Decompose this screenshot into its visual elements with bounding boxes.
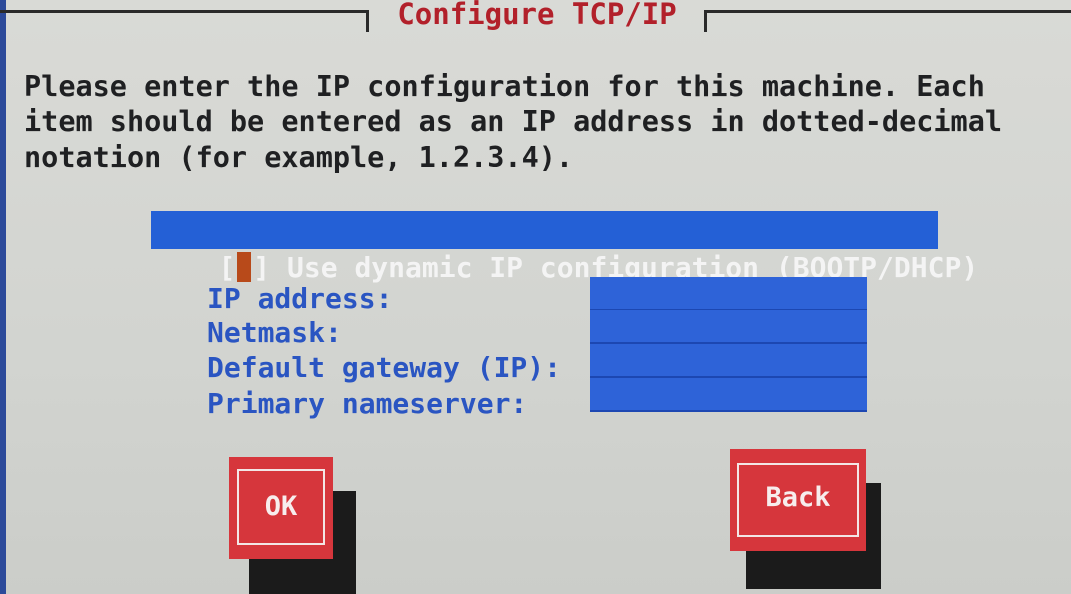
- dialog-frame-top-left: [0, 10, 368, 13]
- back-button-label: Back: [765, 482, 831, 513]
- primary-nameserver-label: Primary nameserver:: [207, 387, 528, 420]
- dialog-frame-title-tick-right: [704, 10, 707, 32]
- ip-address-input[interactable]: [590, 277, 867, 311]
- ip-address-label: IP address:: [207, 282, 393, 315]
- dialog-title: Configure TCP/IP: [397, 0, 677, 31]
- dialog-frame-top-right: [704, 10, 1071, 13]
- dhcp-checkbox[interactable]: [] Use dynamic IP configuration (BOOTP/D…: [151, 211, 978, 284]
- default-gateway-input[interactable]: [590, 344, 867, 378]
- dialog-frame-title-tick-left: [366, 10, 369, 32]
- back-button[interactable]: Back: [730, 449, 866, 551]
- default-gateway-label: Default gateway (IP):: [207, 351, 562, 384]
- intro-text-line-1: Please enter the IP configuration for th…: [24, 70, 985, 103]
- ok-button-label: OK: [264, 491, 298, 522]
- intro-text-line-3: notation (for example, 1.2.3.4).: [24, 141, 574, 174]
- primary-nameserver-input[interactable]: [590, 378, 867, 412]
- netmask-input[interactable]: [590, 310, 867, 344]
- checkbox-cursor: [237, 252, 252, 282]
- installer-screen: Configure TCP/IP Please enter the IP con…: [0, 0, 1071, 594]
- window-left-edge: [0, 0, 6, 594]
- intro-text-line-2: item should be entered as an IP address …: [24, 105, 1003, 138]
- ok-button[interactable]: OK: [229, 457, 333, 559]
- netmask-label: Netmask:: [207, 316, 342, 349]
